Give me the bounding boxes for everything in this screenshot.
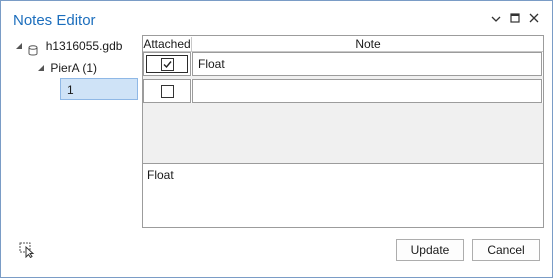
title-bar: Notes Editor: [1, 1, 552, 39]
table-row[interactable]: Float: [143, 52, 543, 76]
attached-cell[interactable]: [143, 79, 191, 103]
pick-feature-icon[interactable]: [19, 242, 37, 259]
note-cell[interactable]: Float: [192, 52, 542, 76]
tree-item-gdb-label: h1316055.gdb: [45, 39, 123, 53]
expand-arrow-icon[interactable]: [15, 36, 25, 58]
column-header-note[interactable]: Note: [191, 37, 544, 51]
tree-item-gdb[interactable]: h1316055.gdb: [15, 35, 122, 57]
notes-editor-window: Notes Editor h1316055.gdb PierA (1) 1 At…: [0, 0, 553, 278]
note-cell[interactable]: [192, 79, 542, 103]
tree-item-piera-label: PierA (1): [50, 61, 98, 75]
expand-arrow-icon[interactable]: [37, 58, 47, 80]
restore-icon[interactable]: [507, 11, 523, 27]
tree-item-piera[interactable]: PierA (1): [37, 57, 97, 79]
attached-checkbox[interactable]: [161, 58, 174, 71]
window-title: Notes Editor: [13, 12, 96, 29]
attached-checkbox[interactable]: [161, 85, 174, 98]
cancel-button[interactable]: Cancel: [472, 239, 540, 261]
tree-item-1[interactable]: 1: [60, 78, 138, 100]
notes-grid: Attached Note Float Float: [142, 35, 544, 228]
note-text-area[interactable]: Float: [143, 163, 543, 227]
attached-cell[interactable]: [143, 52, 191, 76]
chevron-down-icon[interactable]: [488, 11, 504, 27]
grid-header: Attached Note: [143, 36, 543, 52]
database-icon: [28, 41, 38, 56]
column-header-attached[interactable]: Attached: [143, 37, 191, 51]
tree-item-1-label: 1: [67, 83, 74, 97]
table-row[interactable]: [143, 79, 543, 103]
update-button[interactable]: Update: [396, 239, 464, 261]
close-icon[interactable]: [526, 11, 542, 27]
